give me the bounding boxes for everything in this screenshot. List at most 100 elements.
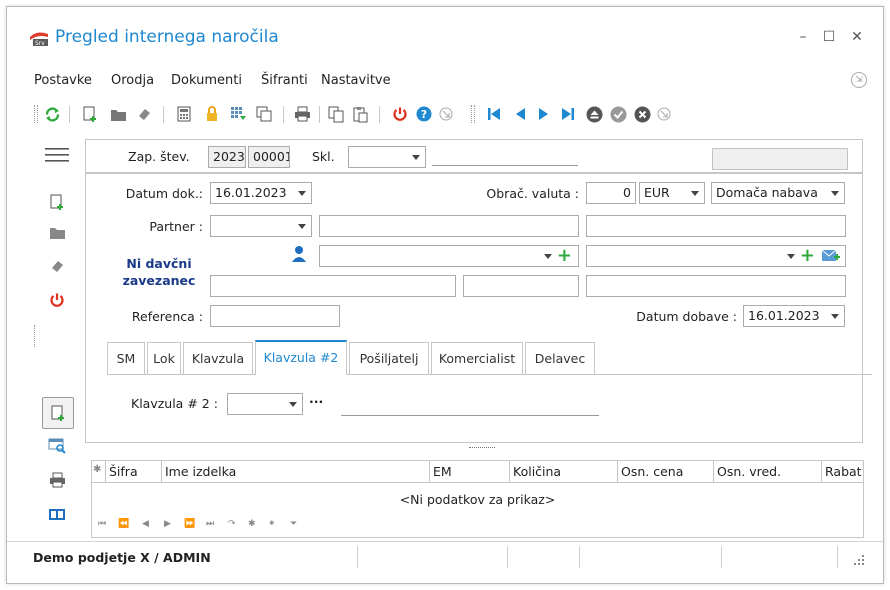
copy-document-icon[interactable] [327, 105, 345, 123]
email-dropdown[interactable]: + [586, 245, 846, 267]
tab-komercialist[interactable]: Komercialist [431, 342, 523, 374]
last-record-icon[interactable] [559, 105, 577, 123]
previous-record-icon[interactable] [511, 105, 529, 123]
close-button[interactable]: ✕ [847, 29, 867, 45]
datum-dok-field[interactable]: 16.01.2023 [210, 182, 312, 204]
nav-redo-icon[interactable]: ↷ [228, 519, 236, 529]
column-rabat[interactable]: Rabat [822, 461, 865, 483]
nabava-dropdown[interactable]: Domača nabava [711, 182, 845, 204]
eraser-icon[interactable] [135, 105, 153, 123]
header-status-box [712, 148, 848, 170]
first-record-icon[interactable] [485, 105, 503, 123]
confirm-icon[interactable] [609, 105, 627, 123]
nav-next-page-icon[interactable]: ⏩ [184, 519, 195, 529]
partner-dropdown[interactable] [210, 215, 312, 237]
sidebar-table-search-icon[interactable] [43, 433, 71, 459]
menu-dokumenti[interactable]: Dokumenti [171, 73, 242, 88]
status-separator [357, 546, 358, 568]
lock-icon[interactable] [203, 105, 221, 123]
column-kolicina[interactable]: Količina [510, 461, 618, 483]
sidebar-power-icon[interactable] [43, 287, 71, 313]
column-ime-izdelka[interactable]: Ime izdelka [162, 461, 430, 483]
nav-filter-icon[interactable]: ⏷ [290, 519, 297, 529]
nav-last-icon[interactable]: ⏭ [206, 519, 214, 529]
next-record-icon[interactable] [535, 105, 553, 123]
copy-windows-icon[interactable] [255, 105, 273, 123]
tab-content-klavzula-2: Klavzula # 2 : ··· [107, 374, 872, 434]
grid-star-column-icon[interactable]: ✱ [92, 461, 106, 483]
sidebar-folder-icon[interactable] [43, 219, 71, 245]
collapse-circle-icon[interactable] [437, 105, 455, 123]
tab-lok[interactable]: Lok [147, 342, 181, 374]
maximize-button[interactable]: ☐ [819, 29, 839, 45]
tab-delavec[interactable]: Delavec [525, 342, 595, 374]
address-field[interactable] [210, 275, 456, 297]
referenca-field[interactable] [210, 305, 340, 327]
add-contact-icon[interactable]: + [557, 246, 572, 266]
sidebar-new-icon[interactable] [43, 189, 71, 215]
klavzula2-browse-button[interactable]: ··· [309, 394, 323, 409]
partner-extra-field[interactable] [586, 215, 846, 237]
tab-klavzula-2[interactable]: Klavzula #2 [255, 340, 347, 375]
open-folder-icon[interactable] [109, 105, 127, 123]
calculator-icon[interactable] [175, 105, 193, 123]
valuta-currency-dropdown[interactable]: EUR [639, 182, 705, 204]
contact-dropdown[interactable]: + [319, 245, 579, 267]
eject-icon[interactable] [585, 105, 603, 123]
nav-prev-page-icon[interactable]: ⏪ [118, 519, 129, 529]
status-separator [579, 546, 580, 568]
nav-first-icon[interactable]: ⏮ [98, 519, 106, 529]
help-icon[interactable]: ? [415, 105, 433, 123]
title-bar: Srv Pregled internega naročila – ☐ ✕ [7, 7, 883, 61]
zap-number-field[interactable]: 00001 [248, 146, 290, 168]
column-osn-vred[interactable]: Osn. vred. [714, 461, 822, 483]
zap-year-field[interactable]: 2023 [208, 146, 246, 168]
hamburger-menu-icon[interactable] [43, 142, 71, 168]
toolbar-separator [283, 106, 284, 123]
tab-posiljatelj[interactable]: Pošiljatelj [349, 342, 429, 374]
sidebar-eraser-icon[interactable] [43, 253, 71, 279]
add-email-icon[interactable]: + [800, 246, 815, 266]
nav-delete-icon[interactable]: ⁕ [268, 519, 276, 529]
send-mail-icon[interactable] [821, 248, 841, 264]
valuta-amount-field[interactable]: 0 [586, 182, 636, 204]
menu-collapse-icon[interactable]: ⇲ [851, 72, 867, 88]
klavzula2-dropdown[interactable] [227, 393, 303, 415]
nav-prev-icon[interactable]: ◀ [142, 519, 149, 529]
datum-dobave-field[interactable]: 16.01.2023 [743, 305, 845, 327]
new-document-icon[interactable] [81, 105, 99, 123]
klavzula2-text-field[interactable] [341, 415, 599, 416]
resize-grip-icon[interactable] [853, 554, 865, 566]
toolbar-collapse-icon[interactable] [655, 105, 673, 123]
column-osn-cena[interactable]: Osn. cena [618, 461, 714, 483]
svg-text:?: ? [421, 108, 427, 121]
splitter-handle[interactable] [469, 447, 495, 450]
tab-sm[interactable]: SM [107, 342, 145, 374]
menu-nastavitve[interactable]: Nastavitve [321, 73, 391, 88]
menu-sifranti[interactable]: Šifranti [261, 73, 308, 88]
minimize-button[interactable]: – [793, 29, 813, 45]
post-field[interactable] [463, 275, 579, 297]
nav-insert-icon[interactable]: ✱ [248, 519, 256, 529]
refresh-icon[interactable] [43, 105, 61, 123]
cancel-icon[interactable] [633, 105, 651, 123]
print-icon[interactable] [293, 105, 311, 123]
sidebar-new-row-icon[interactable] [42, 397, 74, 429]
paste-document-icon[interactable] [351, 105, 369, 123]
nav-next-icon[interactable]: ▶ [164, 519, 171, 529]
grid-filter-icon[interactable] [229, 105, 247, 123]
sidebar-columns-icon[interactable] [43, 501, 71, 527]
menu-postavke[interactable]: Postavke [34, 73, 92, 88]
skl-dropdown[interactable] [348, 146, 426, 168]
city-field[interactable] [586, 275, 846, 297]
partner-name-field[interactable] [319, 215, 579, 237]
column-sifra[interactable]: Šifra [106, 461, 162, 483]
chevron-down-icon [544, 254, 552, 259]
contact-person-icon[interactable] [291, 245, 307, 263]
zap-stev-label: Zap. štev. [128, 149, 190, 164]
column-em[interactable]: EM [430, 461, 510, 483]
sidebar-print-icon[interactable] [43, 467, 71, 493]
power-icon[interactable] [391, 105, 409, 123]
tab-klavzula[interactable]: Klavzula [183, 342, 253, 374]
menu-orodja[interactable]: Orodja [111, 73, 154, 88]
